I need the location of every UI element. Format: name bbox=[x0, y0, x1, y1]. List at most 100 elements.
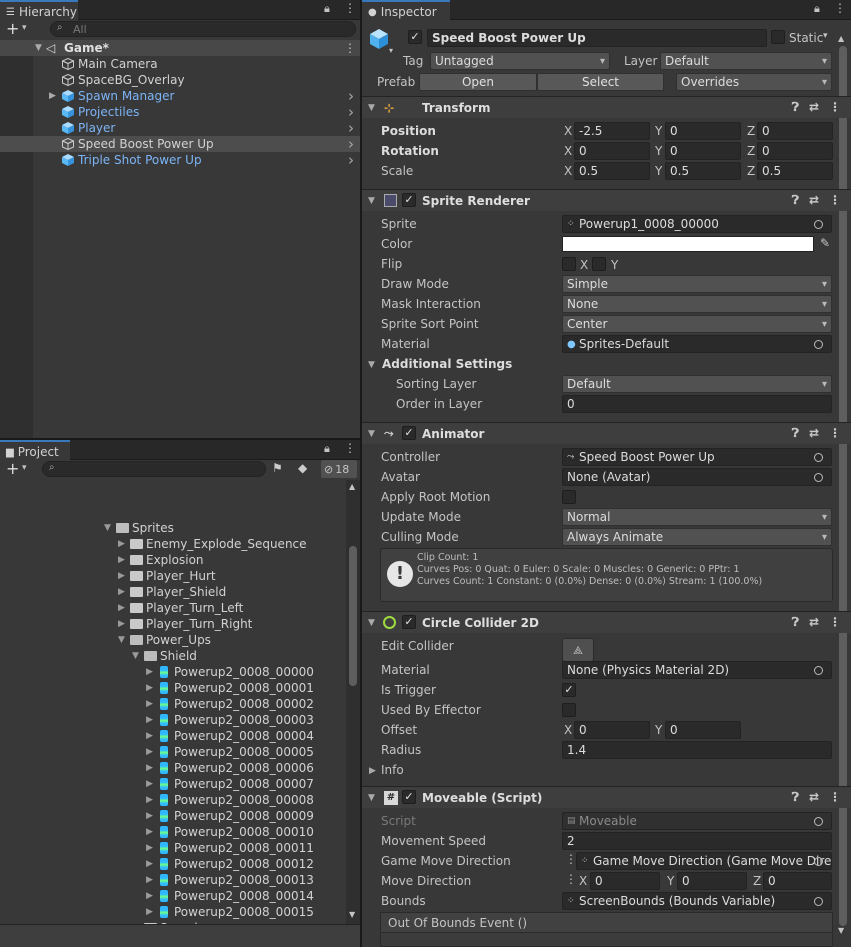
overrides-dropdown[interactable]: Overrides bbox=[676, 73, 832, 91]
object-picker-icon[interactable] bbox=[814, 896, 823, 906]
transform-pos-y-field[interactable]: 0 bbox=[665, 122, 741, 140]
project-tree-item[interactable]: ▶ Player_Hurt bbox=[0, 568, 346, 584]
presets-icon[interactable]: ⇄ bbox=[809, 193, 819, 208]
more-icon[interactable]: ⋮ bbox=[834, 1, 846, 15]
offset-y-field[interactable]: 0 bbox=[665, 721, 741, 739]
collapse-icon[interactable]: ▶ bbox=[146, 843, 153, 853]
project-tree-item[interactable]: ▶ Powerup2_0008_00005 bbox=[0, 744, 346, 760]
inspector-tab[interactable]: ● Inspector bbox=[362, 0, 450, 20]
object-picker-icon[interactable] bbox=[814, 665, 823, 675]
sprite-renderer-header[interactable]: ▼ ✓ Sprite Renderer ❓︎ ⇄ ⋮ bbox=[362, 189, 851, 211]
circle-collider-header[interactable]: ▼ ✓ Circle Collider 2D ❓︎ ⇄ ⋮ bbox=[362, 611, 851, 633]
color-field[interactable] bbox=[562, 236, 814, 252]
move-direction-y-field[interactable]: 0 bbox=[677, 872, 747, 890]
fold-icon[interactable]: ▼ bbox=[368, 618, 375, 628]
component-menu-icon[interactable]: ⋮ bbox=[829, 790, 841, 805]
hierarchy-item[interactable]: Triple Shot Power Up › bbox=[0, 151, 360, 169]
info-foldout-label[interactable]: Info bbox=[381, 763, 404, 777]
scene-row[interactable]: ▼ ◁ Game* ⋮ bbox=[0, 40, 360, 56]
prefab-select-button[interactable]: Select bbox=[537, 73, 664, 91]
collapse-icon[interactable]: ▶ bbox=[146, 875, 153, 885]
sorting-layer-dropdown[interactable]: Default bbox=[562, 375, 832, 393]
collapse-icon[interactable]: ▶ bbox=[146, 859, 153, 869]
project-scrollbar[interactable]: ▲ ▼ bbox=[346, 480, 360, 924]
layer-dropdown[interactable]: Default bbox=[660, 52, 832, 70]
sprite-renderer-enabled-checkbox[interactable]: ✓ bbox=[402, 193, 416, 207]
controller-field[interactable]: ⤳ Speed Boost Power Up bbox=[562, 448, 832, 466]
collapse-icon[interactable]: ▶ bbox=[146, 795, 153, 805]
hierarchy-item[interactable]: Player › bbox=[0, 119, 360, 137]
animator-header[interactable]: ▼ ⤳ ✓ Animator ❓︎ ⇄ ⋮ bbox=[362, 422, 851, 444]
expand-icon[interactable]: ▶ bbox=[49, 91, 56, 101]
project-tree-item[interactable]: ▶ Powerup2_0008_00010 bbox=[0, 824, 346, 840]
physics-material-field[interactable]: None (Physics Material 2D) bbox=[562, 661, 832, 679]
collapse-icon[interactable]: ▶ bbox=[146, 827, 153, 837]
chevron-down-icon[interactable]: ▾ bbox=[823, 31, 828, 41]
project-search-input[interactable] bbox=[42, 461, 266, 477]
avatar-field[interactable]: None (Avatar) bbox=[562, 468, 832, 486]
filter-type-icon[interactable]: ⚑ bbox=[272, 461, 283, 475]
help-icon[interactable]: ❓︎ bbox=[792, 426, 799, 441]
game-move-direction-field[interactable]: ⁘ Game Move Direction (Game Move Dire bbox=[576, 852, 832, 870]
help-icon[interactable]: ❓︎ bbox=[792, 100, 799, 115]
expand-icon[interactable]: ▼ bbox=[132, 651, 139, 661]
radius-field[interactable]: 1.4 bbox=[562, 741, 832, 759]
offset-x-field[interactable]: 0 bbox=[574, 721, 650, 739]
collapse-icon[interactable]: ▶ bbox=[118, 619, 125, 629]
collapse-icon[interactable]: ▶ bbox=[146, 763, 153, 773]
project-tree-item[interactable]: ▶ Powerup2_0008_00012 bbox=[0, 856, 346, 872]
moveable-enabled-checkbox[interactable]: ✓ bbox=[402, 790, 416, 804]
move-direction-z-field[interactable]: 0 bbox=[763, 872, 832, 890]
help-icon[interactable]: ❓︎ bbox=[792, 193, 799, 208]
scroll-up-icon[interactable]: ▲ bbox=[349, 482, 355, 491]
transform-pos-x-field[interactable]: -2.5 bbox=[574, 122, 650, 140]
move-direction-x-field[interactable]: 0 bbox=[590, 872, 660, 890]
project-tree-item[interactable]: ▶ Powerup2_0008_00013 bbox=[0, 872, 346, 888]
transform-rot-x-field[interactable]: 0 bbox=[574, 142, 650, 160]
project-tree-item[interactable]: ▶ Powerup2_0008_00000 bbox=[0, 664, 346, 680]
chevron-right-icon[interactable]: › bbox=[348, 151, 354, 169]
collapse-icon[interactable]: ▶ bbox=[146, 779, 153, 789]
apply-root-motion-checkbox[interactable] bbox=[562, 490, 576, 504]
object-picker-icon[interactable] bbox=[814, 219, 823, 229]
additional-settings-label[interactable]: Additional Settings bbox=[382, 357, 512, 371]
flip-y-checkbox[interactable] bbox=[592, 257, 606, 271]
sprite-sort-point-dropdown[interactable]: Center bbox=[562, 315, 832, 333]
collapse-icon[interactable]: ▶ bbox=[146, 699, 153, 709]
collapse-icon[interactable]: ▶ bbox=[146, 715, 153, 725]
scroll-down-icon[interactable]: ▼ bbox=[349, 910, 355, 919]
scroll-up-icon[interactable]: ▲ bbox=[838, 34, 844, 43]
more-icon[interactable]: ⋮ bbox=[344, 1, 356, 15]
hierarchy-tab[interactable]: ☰ Hierarchy bbox=[0, 0, 78, 20]
presets-icon[interactable]: ⇄ bbox=[809, 615, 819, 630]
collapse-icon[interactable]: ▶ bbox=[146, 891, 153, 901]
project-tree-item[interactable]: ▶ Powerup2_0008_00015 bbox=[0, 904, 346, 920]
transform-rot-z-field[interactable]: 0 bbox=[757, 142, 833, 160]
collapse-icon[interactable]: ▶ bbox=[146, 747, 153, 757]
project-tree-item[interactable]: ▼ Power_Ups bbox=[0, 632, 346, 648]
component-menu-icon[interactable]: ⋮ bbox=[829, 100, 841, 115]
project-tree-item[interactable]: ▶ Player_Turn_Right bbox=[0, 616, 346, 632]
edit-collider-button[interactable]: ⟁ bbox=[562, 638, 594, 662]
collapse-icon[interactable]: ▶ bbox=[118, 603, 125, 613]
project-tree-item[interactable]: ▶ Powerup2_0008_00003 bbox=[0, 712, 346, 728]
hierarchy-item[interactable]: Speed Boost Power Up › bbox=[0, 135, 360, 153]
collapse-icon[interactable]: ▶ bbox=[146, 667, 153, 677]
label-icon[interactable]: ◆ bbox=[298, 461, 307, 475]
hierarchy-item[interactable]: SpaceBG_Overlay bbox=[0, 72, 360, 88]
collapse-icon[interactable]: ▶ bbox=[146, 731, 153, 741]
additional-settings-fold-icon[interactable]: ▼ bbox=[368, 360, 375, 370]
hierarchy-search-input[interactable]: All bbox=[50, 21, 356, 37]
expand-icon[interactable]: ▼ bbox=[118, 635, 125, 645]
project-tree-item[interactable]: ▶ Powerup2_0008_00007 bbox=[0, 776, 346, 792]
component-menu-icon[interactable]: ⋮ bbox=[829, 615, 841, 630]
transform-scl-x-field[interactable]: 0.5 bbox=[574, 162, 650, 180]
chevron-down-icon[interactable]: ▾ bbox=[22, 463, 27, 473]
project-tree-item[interactable]: ▶ Player_Turn_Left bbox=[0, 600, 346, 616]
static-checkbox[interactable] bbox=[771, 30, 785, 44]
order-in-layer-field[interactable]: 0 bbox=[562, 395, 832, 413]
gameobject-icon[interactable] bbox=[369, 28, 389, 50]
movement-speed-field[interactable]: 2 bbox=[562, 832, 832, 850]
used-by-effector-checkbox[interactable] bbox=[562, 703, 576, 717]
project-tree-item[interactable]: ▶ Powerup2_0008_00008 bbox=[0, 792, 346, 808]
